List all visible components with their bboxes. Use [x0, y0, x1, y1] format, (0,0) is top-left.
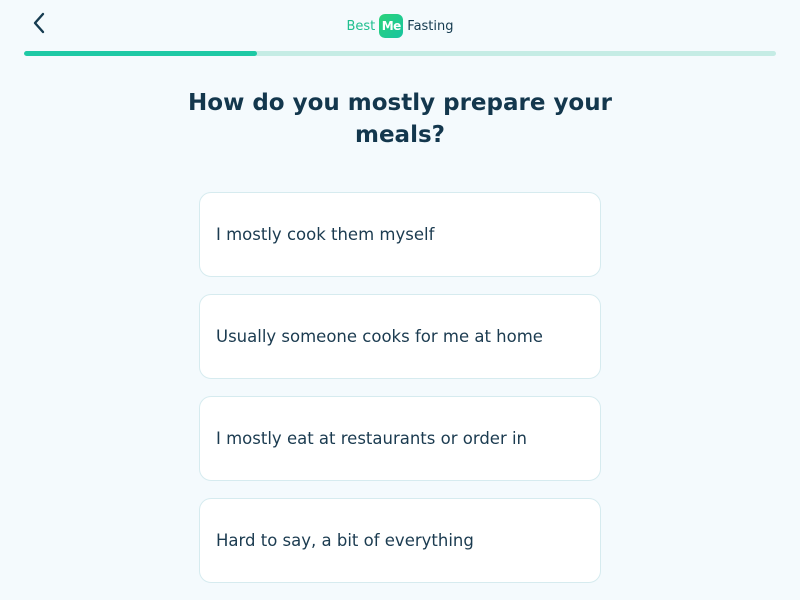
- logo-text-best: Best: [346, 18, 376, 34]
- option-label: Hard to say, a bit of everything: [216, 531, 474, 550]
- logo-badge: Me: [379, 14, 404, 38]
- option-label: I mostly cook them myself: [216, 225, 435, 244]
- progress-fill: [24, 51, 258, 56]
- logo-text-fasting: Fasting: [407, 18, 454, 34]
- option-someone-cooks[interactable]: Usually someone cooks for me at home: [199, 294, 601, 379]
- option-label: Usually someone cooks for me at home: [216, 327, 543, 346]
- answer-options: I mostly cook them myself Usually someon…: [199, 192, 601, 583]
- option-cook-myself[interactable]: I mostly cook them myself: [199, 192, 601, 277]
- option-label: I mostly eat at restaurants or order in: [216, 429, 528, 448]
- progress-bar: [24, 51, 776, 56]
- quiz-page: Best Me Fasting How do you mostly prepar…: [0, 0, 800, 600]
- question-title: How do you mostly prepare your meals?: [188, 90, 612, 148]
- option-restaurants[interactable]: I mostly eat at restaurants or order in: [199, 396, 601, 481]
- app-logo: Best Me Fasting: [0, 14, 800, 38]
- option-mix[interactable]: Hard to say, a bit of everything: [199, 498, 601, 583]
